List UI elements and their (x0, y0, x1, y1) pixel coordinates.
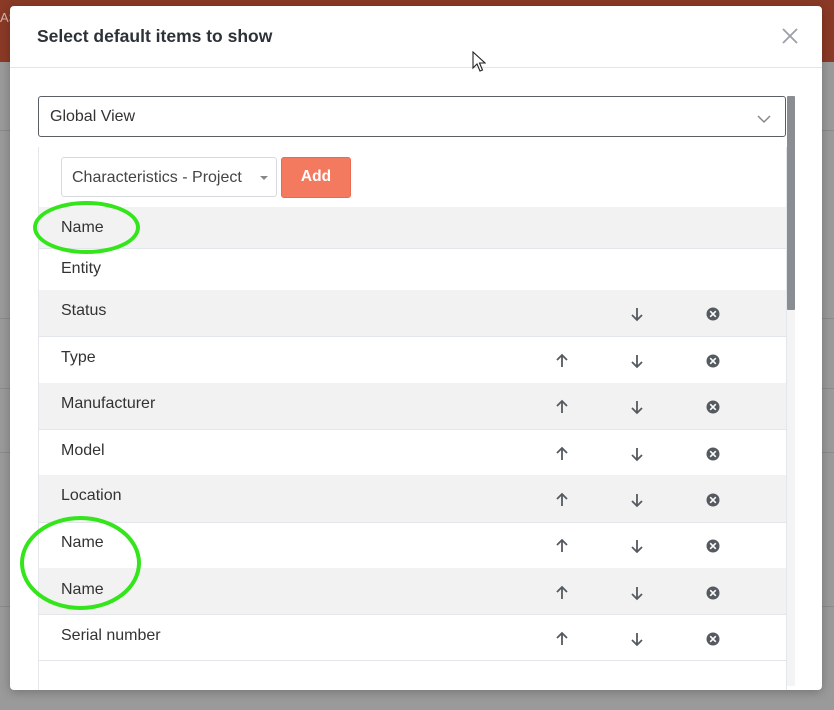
characteristics-select[interactable]: Characteristics - Project (61, 157, 277, 197)
remove-circle-icon[interactable] (704, 352, 722, 370)
arrow-up-icon[interactable] (553, 398, 571, 416)
list-item-label: Type (61, 349, 96, 366)
arrow-up-icon[interactable] (553, 584, 571, 602)
arrow-up-icon[interactable] (553, 491, 571, 509)
chevron-down-icon (757, 111, 771, 124)
list-item: Model (39, 429, 786, 476)
list-item-label: Status (61, 302, 107, 319)
caret-down-icon (260, 176, 268, 180)
list-item: Name (39, 207, 786, 249)
modal-header: Select default items to show (10, 6, 822, 68)
view-select-value: Global View (50, 108, 136, 125)
arrow-down-icon[interactable] (628, 445, 646, 463)
remove-circle-icon[interactable] (704, 630, 722, 648)
list-item-label: Entity (61, 260, 102, 277)
remove-circle-icon[interactable] (704, 398, 722, 416)
list-item: Type (39, 336, 786, 384)
remove-circle-icon[interactable] (704, 584, 722, 602)
list-item-label: Location (61, 487, 122, 504)
list-item: Name (39, 522, 786, 569)
arrow-down-icon[interactable] (628, 584, 646, 602)
remove-circle-icon[interactable] (704, 445, 722, 463)
arrow-down-icon[interactable] (628, 491, 646, 509)
arrow-up-icon[interactable] (553, 445, 571, 463)
arrow-down-icon[interactable] (628, 537, 646, 555)
list-item: Location (39, 475, 786, 523)
items-panel: Characteristics - Project Add Name Entity… (38, 147, 787, 690)
annotation-circle (20, 516, 141, 610)
remove-circle-icon[interactable] (704, 537, 722, 555)
items-toolbar: Characteristics - Project Add (39, 147, 786, 208)
arrow-down-icon[interactable] (628, 398, 646, 416)
list-item: Serial number (39, 614, 786, 661)
arrow-down-icon[interactable] (628, 630, 646, 648)
arrow-up-icon[interactable] (553, 630, 571, 648)
arrow-down-icon[interactable] (628, 305, 646, 323)
list-item-label: Manufacturer (61, 395, 156, 412)
list-item: Manufacturer (39, 383, 786, 430)
modal-title: Select default items to show (37, 26, 273, 46)
mouse-cursor-icon (472, 51, 486, 72)
arrow-down-icon[interactable] (628, 352, 646, 370)
add-button[interactable]: Add (281, 157, 351, 198)
list-item: Status (39, 290, 786, 337)
remove-circle-icon[interactable] (704, 491, 722, 509)
remove-circle-icon[interactable] (704, 305, 722, 323)
list-item: Entity (39, 248, 786, 291)
arrow-up-icon[interactable] (553, 537, 571, 555)
close-icon[interactable] (781, 27, 799, 45)
characteristics-select-value: Characteristics - Project (72, 169, 242, 186)
list-item: Name (39, 568, 786, 615)
list-item-label: Serial number (61, 627, 161, 644)
view-select[interactable]: Global View (38, 96, 786, 137)
arrow-up-icon[interactable] (553, 352, 571, 370)
scrollbar-thumb[interactable] (787, 96, 795, 310)
annotation-circle (33, 201, 140, 254)
list-item-label: Model (61, 442, 105, 459)
